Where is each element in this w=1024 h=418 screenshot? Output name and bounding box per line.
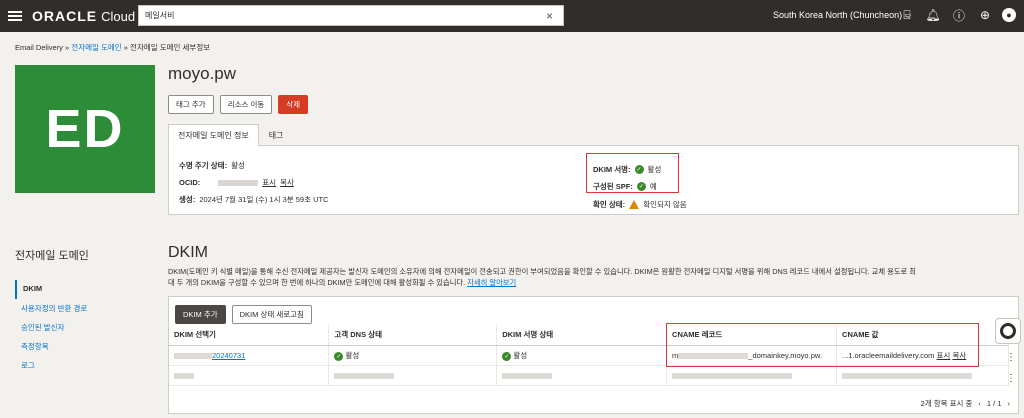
dkim-description-line1: DKIM(도메인 키 식별 메일)을 통해 수신 전자메일 제공자는 발신자 도…: [168, 267, 916, 276]
cell-selector: [169, 365, 330, 386]
cell-sign-status: [496, 365, 668, 386]
cell-cname-record: [666, 365, 838, 386]
created-label: 생성:: [179, 195, 196, 204]
table-actions: DKIM 추가 DKIM 상태 새로고침: [175, 305, 312, 324]
selector-masked: [174, 352, 212, 359]
bell-icon[interactable]: 🔔︎: [924, 6, 942, 24]
page-title: moyo.pw: [168, 64, 237, 83]
dkim-description: DKIM(도메인 키 식별 메일)을 통해 수신 전자메일 제공자는 발신자 도…: [168, 266, 1013, 288]
selector-suffix: 20240731: [212, 350, 246, 360]
action-buttons: 태그 추가 리소스 이동 삭제: [168, 95, 309, 114]
cell-sign-status: ✓ 활성: [496, 345, 668, 366]
dkim-description-line2: 대 두 개의 DKIM을 구성할 수 있으며 한 번에 하나의 DKIM만 도메…: [168, 277, 1013, 288]
check-icon: ✓: [334, 351, 344, 361]
region-selector[interactable]: South Korea North (Chuncheon) ⌵: [773, 10, 911, 21]
side-nav: DKIM 사용자정의 반환 경로 승인된 발신자 측정항목 로그: [15, 280, 155, 375]
dns-status-value: 활성: [345, 350, 360, 360]
highlight-box-cname: [666, 323, 979, 367]
warning-icon: [629, 200, 640, 209]
oracle-cloud-logo[interactable]: ORACLE Cloud: [32, 8, 135, 24]
breadcrumb: Email Delivery » 전자메일 도메인 » 전자메일 도메인 세부정…: [15, 42, 210, 53]
check-icon: ✓: [502, 351, 512, 361]
cell-dns-status: ✓ 활성: [328, 345, 498, 366]
cell-cname-value: [836, 365, 1009, 386]
clear-search-icon[interactable]: ×: [546, 9, 553, 23]
move-resource-button[interactable]: 리소스 이동: [219, 95, 273, 114]
refresh-dkim-button[interactable]: DKIM 상태 새로고침: [231, 305, 312, 324]
verify-label: 확인 상태:: [593, 200, 626, 209]
prev-page-icon[interactable]: ‹: [978, 399, 981, 408]
resource-initials: ED: [45, 99, 125, 159]
col-sign-status[interactable]: DKIM 서명 상태: [496, 325, 668, 346]
created-value: 2024년 7월 31일 (수) 1시 3분 59초 UTC: [199, 195, 329, 204]
breadcrumb-separator: »: [65, 43, 70, 52]
dkim-description-text: 대 두 개의 DKIM을 구성할 수 있으며 한 번에 하나의 DKIM만 도메…: [168, 278, 466, 287]
learn-more-link[interactable]: 자세히 알아보기: [467, 278, 516, 287]
region-label: South Korea North (Chuncheon): [773, 10, 903, 20]
support-lifebuoy-icon[interactable]: [995, 318, 1021, 344]
table-footer: 2개 항목 표시 중 ‹ 1 / 1 ›: [921, 398, 1010, 409]
menu-icon[interactable]: [8, 11, 22, 21]
breadcrumb-separator: »: [123, 43, 128, 52]
row-actions-icon[interactable]: ⋮: [1006, 352, 1016, 363]
row-actions-icon[interactable]: ⋮: [1006, 373, 1016, 384]
col-dkim-selector[interactable]: DKIM 선택기: [169, 325, 330, 346]
lifecycle-value: 활성: [231, 161, 245, 170]
table-row: [169, 365, 1009, 386]
add-dkim-button[interactable]: DKIM 추가: [175, 305, 226, 324]
cell-dns-status: [328, 365, 498, 386]
side-nav-metrics[interactable]: 측정항목: [15, 337, 155, 356]
ocid-copy-link[interactable]: 복사: [280, 177, 294, 188]
verify-value: 확인되지 않음: [643, 200, 687, 209]
search-value: 메일서비: [145, 11, 175, 20]
side-nav-dkim[interactable]: DKIM: [15, 280, 155, 299]
code-editor-icon[interactable]: ⌸: [898, 6, 916, 24]
detail-tabs: 전자메일 도메인 정보 태그: [168, 124, 293, 147]
ocid-row: OCID: 표시 복사: [179, 177, 294, 188]
lifecycle-row: 수명 주기 상태: 활성: [179, 160, 245, 171]
cell-selector: 20240731: [169, 345, 330, 366]
masked-value: [672, 372, 793, 379]
breadcrumb-email-domains[interactable]: 전자메일 도메인: [71, 43, 121, 52]
help-icon[interactable]: ⓘ: [950, 6, 968, 24]
selector-link[interactable]: 20240731: [174, 351, 245, 360]
verify-row: 확인 상태: 확인되지 않음: [593, 199, 687, 210]
highlight-box-dkim-spf: [586, 153, 679, 193]
masked-value: [334, 372, 395, 379]
resource-tile: ED: [15, 65, 155, 193]
breadcrumb-email-delivery[interactable]: Email Delivery: [15, 43, 63, 52]
user-icon[interactable]: ●: [1002, 8, 1016, 22]
masked-value: [842, 372, 973, 379]
globe-icon[interactable]: ⊕: [976, 6, 994, 24]
tab-tags[interactable]: 태그: [259, 124, 294, 147]
dkim-table-panel: DKIM 추가 DKIM 상태 새로고침 DKIM 선택기 고객 DNS 상태 …: [168, 296, 1019, 414]
side-nav-custom-return-path[interactable]: 사용자정의 반환 경로: [15, 299, 155, 318]
breadcrumb-current: 전자메일 도메인 세부정보: [130, 43, 211, 52]
col-dns-status[interactable]: 고객 DNS 상태: [328, 325, 498, 346]
dkim-heading: DKIM: [168, 244, 208, 261]
item-count: 2개 항목 표시 중: [920, 399, 973, 408]
side-title: 전자메일 도메인: [15, 250, 89, 262]
search-input[interactable]: 메일서비 ×: [138, 5, 564, 26]
masked-value: [174, 372, 194, 379]
domain-info-panel: 수명 주기 상태: 활성 OCID: 표시 복사 생성: 2024년 7월 31…: [168, 145, 1019, 215]
delete-button[interactable]: 삭제: [278, 95, 309, 114]
next-page-icon[interactable]: ›: [1008, 399, 1011, 408]
ocid-label: OCID:: [179, 178, 201, 187]
side-nav-approved-senders[interactable]: 승인된 발신자: [15, 318, 155, 337]
page-indicator: 1 / 1: [986, 399, 1002, 408]
masked-value: [502, 372, 553, 379]
lifecycle-label: 수명 주기 상태:: [179, 161, 228, 170]
tab-domain-info[interactable]: 전자메일 도메인 정보: [168, 124, 259, 147]
sign-status-value: 활성: [513, 350, 528, 360]
side-nav-logs[interactable]: 로그: [15, 356, 155, 375]
add-tag-button[interactable]: 태그 추가: [168, 95, 214, 114]
created-row: 생성: 2024년 7월 31일 (수) 1시 3분 59초 UTC: [179, 194, 329, 205]
ocid-masked-value: [218, 179, 259, 186]
ocid-show-link[interactable]: 표시: [262, 177, 276, 188]
top-icons: ⌸ 🔔︎ ⓘ ⊕ ●: [898, 6, 1016, 24]
